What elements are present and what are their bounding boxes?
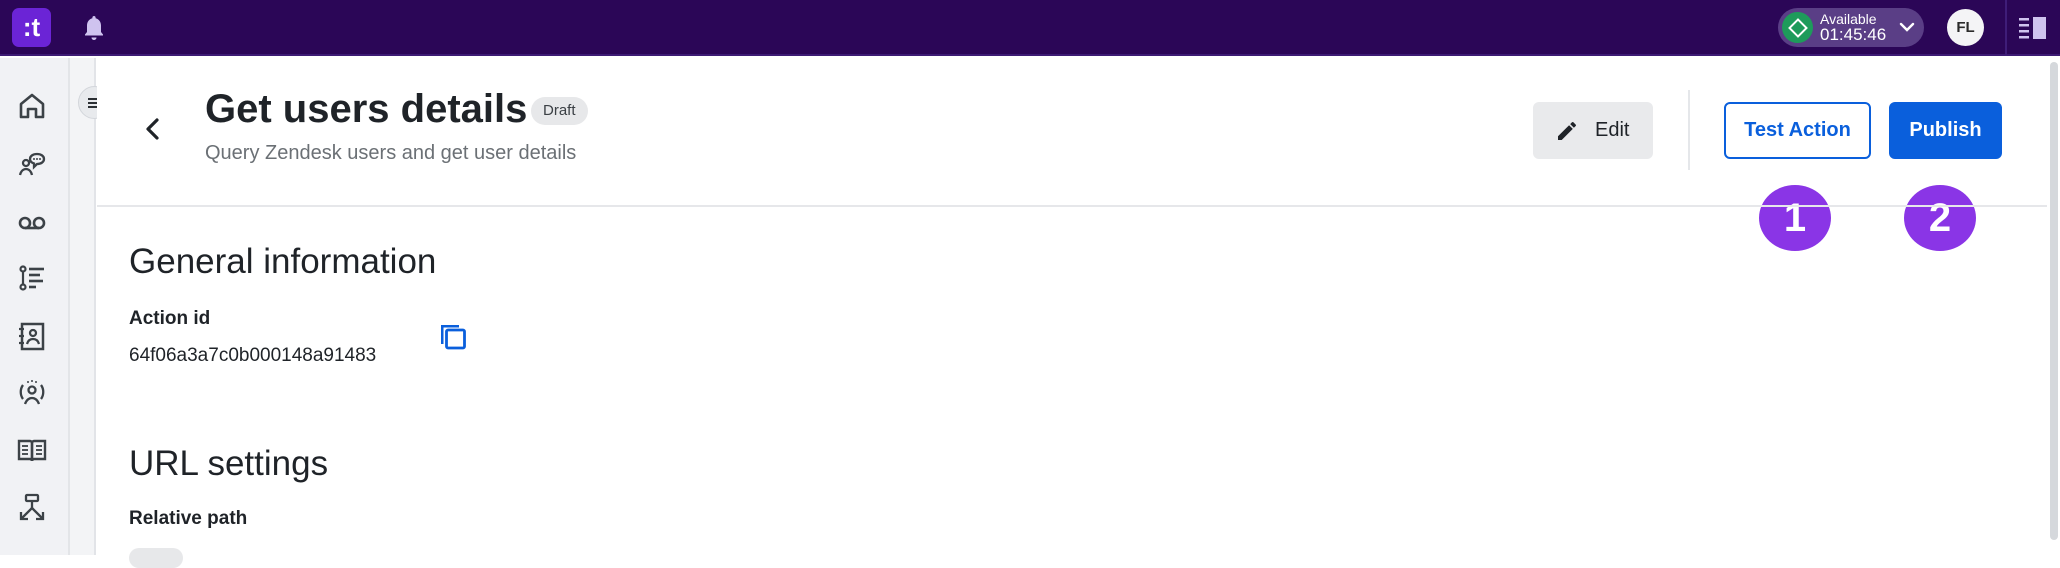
home-icon[interactable] [16, 90, 48, 122]
agent-chat-icon[interactable] [16, 148, 48, 180]
top-bar: :t Available 01:45:46 FL [0, 0, 2060, 56]
side-panel-toggle-icon[interactable] [2019, 17, 2047, 39]
header-divider [1688, 90, 1690, 170]
page-title: Get users details [205, 87, 528, 131]
sidebar-collapse-strip [70, 58, 96, 555]
top-bar-divider [2005, 0, 2007, 56]
publish-button[interactable]: Publish [1889, 102, 2002, 159]
relative-path-label: Relative path [129, 508, 248, 529]
edit-button-label: Edit [1595, 119, 1630, 141]
user-avatar[interactable]: FL [1947, 9, 1984, 46]
copy-icon[interactable] [437, 319, 469, 351]
test-action-button[interactable]: Test Action [1724, 102, 1871, 159]
annotation-marker-2: 2 [1904, 185, 1976, 251]
sidebar-nav [0, 58, 70, 555]
relative-path-chip [129, 548, 183, 568]
status-available-icon [1782, 12, 1813, 43]
availability-status-dropdown[interactable]: Available 01:45:46 [1778, 8, 1924, 47]
voicemail-icon[interactable] [16, 206, 48, 238]
app-logo[interactable]: :t [12, 8, 51, 47]
routing-icon[interactable] [16, 492, 48, 524]
section-title-general: General information [129, 242, 437, 281]
pencil-icon [1558, 122, 1576, 140]
scrollbar[interactable] [2050, 62, 2058, 540]
page-subtitle: Query Zendesk users and get user details [205, 142, 577, 164]
chevron-down-icon [1899, 22, 1915, 32]
status-badge: Draft [531, 97, 588, 125]
list-flow-icon[interactable] [16, 262, 48, 294]
back-arrow-icon[interactable] [142, 116, 164, 142]
bell-icon[interactable] [82, 14, 106, 42]
section-title-url: URL settings [129, 444, 329, 483]
header-divider-line [97, 205, 2047, 207]
book-icon[interactable] [16, 435, 48, 467]
contact-book-icon[interactable] [16, 320, 48, 352]
user-circle-icon[interactable] [16, 377, 48, 409]
action-id-value: 64f06a3a7c0b000148a91483 [129, 345, 377, 366]
edit-button[interactable]: Edit [1533, 102, 1653, 159]
status-timer: 01:45:46 [1820, 25, 1887, 44]
annotation-marker-1: 1 [1759, 185, 1831, 251]
action-id-label: Action id [129, 308, 211, 329]
